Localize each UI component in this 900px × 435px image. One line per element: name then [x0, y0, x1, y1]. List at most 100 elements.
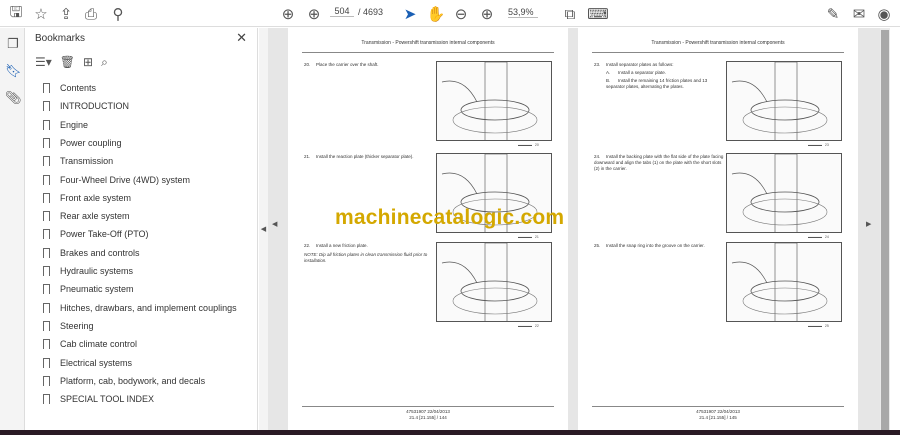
- page-header: Transmission - Powershift transmission i…: [651, 40, 785, 46]
- mail-icon[interactable]: ✉: [849, 4, 869, 24]
- scroll-mode-icon[interactable]: ⌨: [587, 4, 609, 24]
- options-icon[interactable]: ☰▾: [35, 55, 52, 70]
- bookmark-icon: [43, 375, 50, 388]
- page-total: / 4693: [358, 7, 384, 17]
- step-number: 25.: [594, 243, 601, 248]
- hand-tool-icon[interactable]: ✋: [426, 4, 446, 24]
- bookmark-item[interactable]: Transmission: [43, 153, 113, 169]
- illustration: [726, 61, 842, 141]
- bookmark-item[interactable]: Hydraulic systems: [43, 263, 133, 279]
- bookmark-item[interactable]: Electrical systems: [43, 355, 132, 371]
- page-prev-icon[interactable]: ◀: [272, 220, 277, 228]
- bookmark-label: Platform, cab, bodywork, and decals: [60, 375, 206, 386]
- step-text: Install a new friction plate.: [316, 243, 368, 248]
- bookmark-label: Rear axle system: [60, 211, 130, 222]
- step-text: Place the carrier over the shaft.: [316, 62, 379, 67]
- upload-icon[interactable]: ⇪: [56, 4, 76, 24]
- instruction-step: 20. Place the carrier over the shaft.: [304, 62, 434, 68]
- scrollbar-thumb[interactable]: [881, 30, 889, 430]
- step-text: Install the backing plate with the flat …: [594, 154, 724, 171]
- select-cursor-icon[interactable]: ➤: [400, 4, 420, 24]
- illustration: [436, 61, 552, 141]
- figure-caption: ▬▬▬▬ 25: [808, 324, 829, 328]
- zoom-select[interactable]: 53,9%: [508, 7, 538, 18]
- figure-caption: ▬▬▬▬ 21: [518, 235, 539, 239]
- bookmark-icon: [43, 137, 50, 150]
- step-number: 23.: [594, 62, 601, 67]
- bookmark-icon: [43, 302, 50, 315]
- page-footer: 47531907 22/04/2013 21.4 [21.155] / 145: [578, 409, 858, 421]
- star-icon[interactable]: ☆: [31, 4, 51, 24]
- figure-caption: ▬▬▬▬ 22: [518, 324, 539, 328]
- bookmark-icon: [43, 156, 50, 169]
- save-icon[interactable]: 🖫: [6, 4, 26, 24]
- bookmark-icon: [43, 192, 50, 205]
- print-icon[interactable]: ⎙: [81, 4, 101, 24]
- zoom-out-icon[interactable]: ⊖: [451, 4, 471, 24]
- sign-icon[interactable]: ✎: [823, 4, 843, 24]
- bookmark-icon[interactable]: 🔖︎: [5, 63, 22, 79]
- instruction-step: 21. Install the reaction plate (thicker s…: [304, 154, 434, 160]
- illustration-drawing: [731, 243, 828, 321]
- bookmarks-panel: Bookmarks ✕ ☰▾ 🗑︎ ⊞ ⌕ Contents INTRODUCTI…: [25, 28, 258, 430]
- bookmark-label: Pneumatic system: [60, 284, 134, 295]
- collapse-panel-button[interactable]: ◀: [259, 28, 268, 430]
- bookmark-item[interactable]: Steering: [43, 318, 94, 334]
- illustration-drawing: [731, 154, 828, 232]
- illustration: [726, 242, 842, 322]
- figure-caption: ▬▬▬▬ 20: [518, 143, 539, 147]
- page-number-input[interactable]: 504: [330, 6, 354, 17]
- zoom-in-icon[interactable]: ⊕: [477, 4, 497, 24]
- figure-caption: ▬▬▬▬ 23: [808, 143, 829, 147]
- bookmark-item[interactable]: Platform, cab, bodywork, and decals: [43, 373, 205, 389]
- page-header: Transmission - Powershift transmission i…: [361, 40, 495, 46]
- watermark: machinecatalogic.com: [335, 206, 565, 229]
- bookmark-item[interactable]: SPECIAL TOOL INDEX: [43, 391, 154, 407]
- bookmark-item[interactable]: Power coupling: [43, 135, 122, 151]
- illustration-drawing: [441, 243, 538, 321]
- illustration: [726, 153, 842, 233]
- instruction-step: 22. Install a new friction plate. NOTE: Di…: [304, 243, 434, 264]
- bookmark-item[interactable]: Rear axle system: [43, 208, 130, 224]
- bookmark-label: Engine: [60, 119, 89, 130]
- bookmark-item[interactable]: Power Take-Off (PTO): [43, 226, 149, 242]
- bookmark-item[interactable]: Front axle system: [43, 190, 131, 206]
- page-fit-icon[interactable]: ⧉: [560, 4, 580, 24]
- new-bookmark-icon[interactable]: ⊞: [83, 55, 93, 70]
- next-page-icon[interactable]: ⊕: [304, 4, 324, 24]
- search-icon[interactable]: ⚲: [108, 4, 128, 24]
- pages-icon[interactable]: ❐: [5, 36, 21, 52]
- bookmark-item[interactable]: Cab climate control: [43, 336, 137, 352]
- prev-page-icon[interactable]: ⊕: [278, 4, 298, 24]
- find-bookmark-icon[interactable]: ⌕: [101, 55, 108, 70]
- attachment-icon[interactable]: 📎︎: [5, 90, 22, 106]
- bookmark-icon: [43, 119, 50, 132]
- bookmark-label: SPECIAL TOOL INDEX: [60, 394, 155, 405]
- scrollbar[interactable]: [880, 28, 890, 430]
- page-next-icon[interactable]: ▶: [866, 220, 871, 228]
- bookmark-icon: [43, 229, 50, 242]
- bookmark-icon: [43, 394, 50, 407]
- bookmark-item[interactable]: Pneumatic system: [43, 281, 134, 297]
- delete-icon[interactable]: 🗑︎: [60, 55, 75, 70]
- step-text: Install separator plates as follows:: [606, 62, 674, 67]
- bookmark-item[interactable]: Engine: [43, 117, 88, 133]
- bookmark-item[interactable]: INTRODUCTION: [43, 98, 129, 114]
- bookmark-item[interactable]: Four-Wheel Drive (4WD) system: [43, 172, 190, 188]
- bookmark-icon: [43, 101, 50, 114]
- bookmark-item[interactable]: Brakes and controls: [43, 245, 140, 261]
- bookmark-icon: [43, 320, 50, 333]
- bookmark-label: Contents: [60, 83, 97, 93]
- instruction-step: 24. Install the backing plate with the fl…: [594, 154, 724, 172]
- account-icon[interactable]: ◉: [874, 4, 894, 24]
- bookmark-label: Steering: [60, 320, 94, 331]
- close-icon[interactable]: ✕: [236, 30, 247, 46]
- bookmark-icon: [43, 284, 50, 297]
- toolbar: 🖫 ☆ ⇪ ⎙ ⚲ ⊕ ⊕ 504 / 4693 ➤ ✋ ⊖ ⊕ 53,9% ⧉…: [0, 0, 900, 27]
- bookmark-item[interactable]: Contents: [43, 80, 96, 96]
- bookmark-label: Power Take-Off (PTO): [60, 229, 149, 240]
- bookmark-label: INTRODUCTION: [60, 101, 129, 112]
- step-number: 20.: [304, 62, 311, 67]
- bookmark-item[interactable]: Hitches, drawbars, and implement couplin…: [43, 300, 237, 316]
- instruction-step: 25. Install the snap ring into the groove…: [594, 243, 724, 249]
